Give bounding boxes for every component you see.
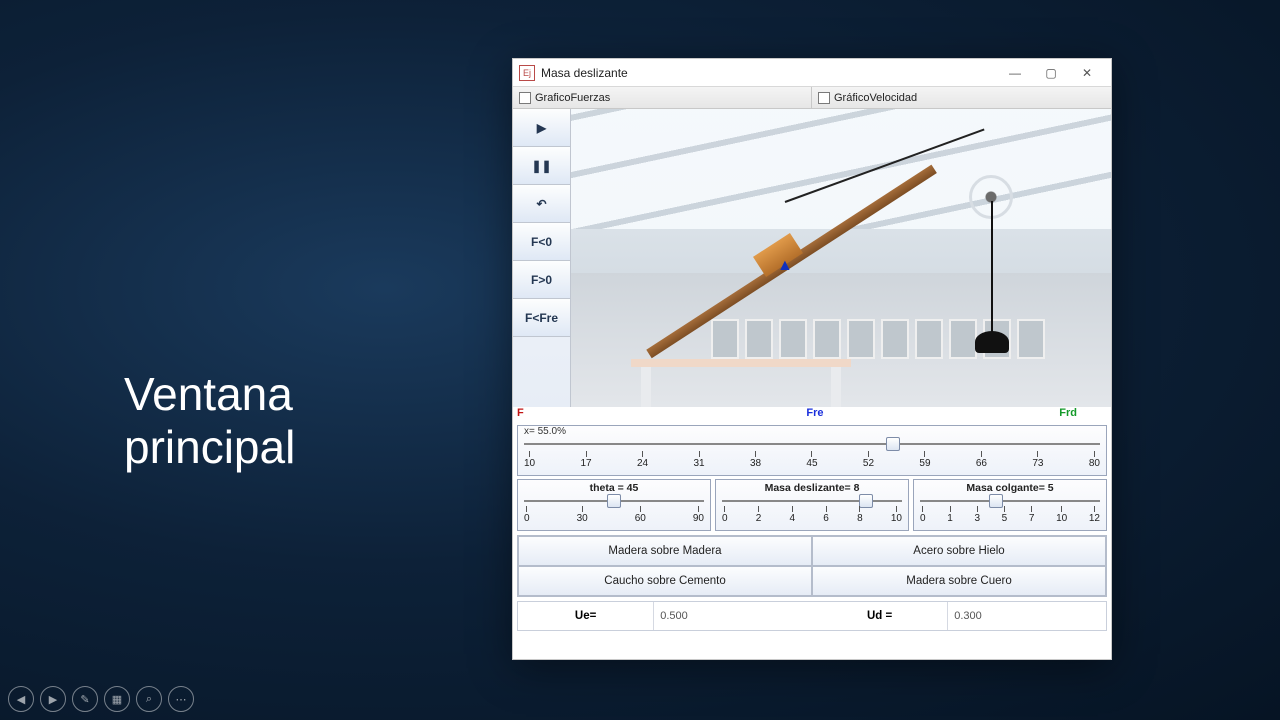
material-wood-leather[interactable]: Madera sobre Cuero [812, 566, 1106, 596]
fneg-button[interactable]: F<0 [513, 223, 570, 261]
ffre-button[interactable]: F<Fre [513, 299, 570, 337]
material-wood-wood[interactable]: Madera sobre Madera [518, 536, 812, 566]
minimize-button[interactable]: — [997, 61, 1033, 85]
material-buttons: Madera sobre Madera Acero sobre Hielo Ca… [517, 535, 1107, 597]
close-button[interactable]: ✕ [1069, 61, 1105, 85]
presentation-toolbar: ◀ ▶ ✎ ▦ ⌕ ⋯ [8, 686, 194, 712]
checkbox-icon [519, 92, 531, 104]
app-icon: Ej [519, 65, 535, 81]
coefficients-row: Ue= Ud = [517, 601, 1107, 631]
checkbox-icon [818, 92, 830, 104]
prev-slide-icon[interactable]: ◀ [8, 686, 34, 712]
more-icon[interactable]: ⋯ [168, 686, 194, 712]
material-rubber-cement[interactable]: Caucho sobre Cemento [518, 566, 812, 596]
simulation-view: ▲ ↖ [571, 109, 1111, 407]
window-title: Masa deslizante [541, 66, 628, 80]
zoom-icon[interactable]: ⌕ [136, 686, 162, 712]
forces-checkbox[interactable]: GraficoFuerzas [513, 87, 812, 108]
force-legend: F Fre Frd [513, 407, 1111, 423]
graph-toggles: GraficoFuerzas GráficoVelocidad [513, 87, 1111, 109]
slide-title: Ventana principal [124, 368, 295, 474]
pen-icon[interactable]: ✎ [72, 686, 98, 712]
ue-label: Ue= [518, 602, 653, 630]
maximize-button[interactable]: ▢ [1033, 61, 1069, 85]
app-window: Ej Masa deslizante — ▢ ✕ GraficoFuerzas … [512, 58, 1112, 660]
play-button[interactable]: ▶ [513, 109, 570, 147]
fpos-button[interactable]: F>0 [513, 261, 570, 299]
force-arrow-icon: ▲ [777, 257, 793, 275]
ud-label: Ud = [812, 602, 947, 630]
theta-slider[interactable]: theta = 45 030 6090 [517, 479, 711, 531]
hanging-mass [975, 331, 1009, 353]
hanging-mass-slider[interactable]: Masa colgante= 5 01 35 710 12 [913, 479, 1107, 531]
sliding-mass-slider[interactable]: Masa deslizante= 8 02 46 810 [715, 479, 909, 531]
material-steel-ice[interactable]: Acero sobre Hielo [812, 536, 1106, 566]
position-slider[interactable]: x= 55.0% 1017 2431 3845 5259 6673 80 [517, 425, 1107, 476]
titlebar: Ej Masa deslizante — ▢ ✕ [513, 59, 1111, 87]
ud-input[interactable] [954, 610, 1100, 622]
ue-input[interactable] [660, 610, 806, 622]
position-ticks: 1017 2431 3845 5259 6673 80 [524, 451, 1100, 473]
velocity-checkbox[interactable]: GráficoVelocidad [812, 87, 1111, 108]
grid-view-icon[interactable]: ▦ [104, 686, 130, 712]
control-buttons: ▶ ❚❚ ↶ F<0 F>0 F<Fre [513, 109, 571, 407]
reset-button[interactable]: ↶ [513, 185, 570, 223]
next-slide-icon[interactable]: ▶ [40, 686, 66, 712]
pause-button[interactable]: ❚❚ [513, 147, 570, 185]
